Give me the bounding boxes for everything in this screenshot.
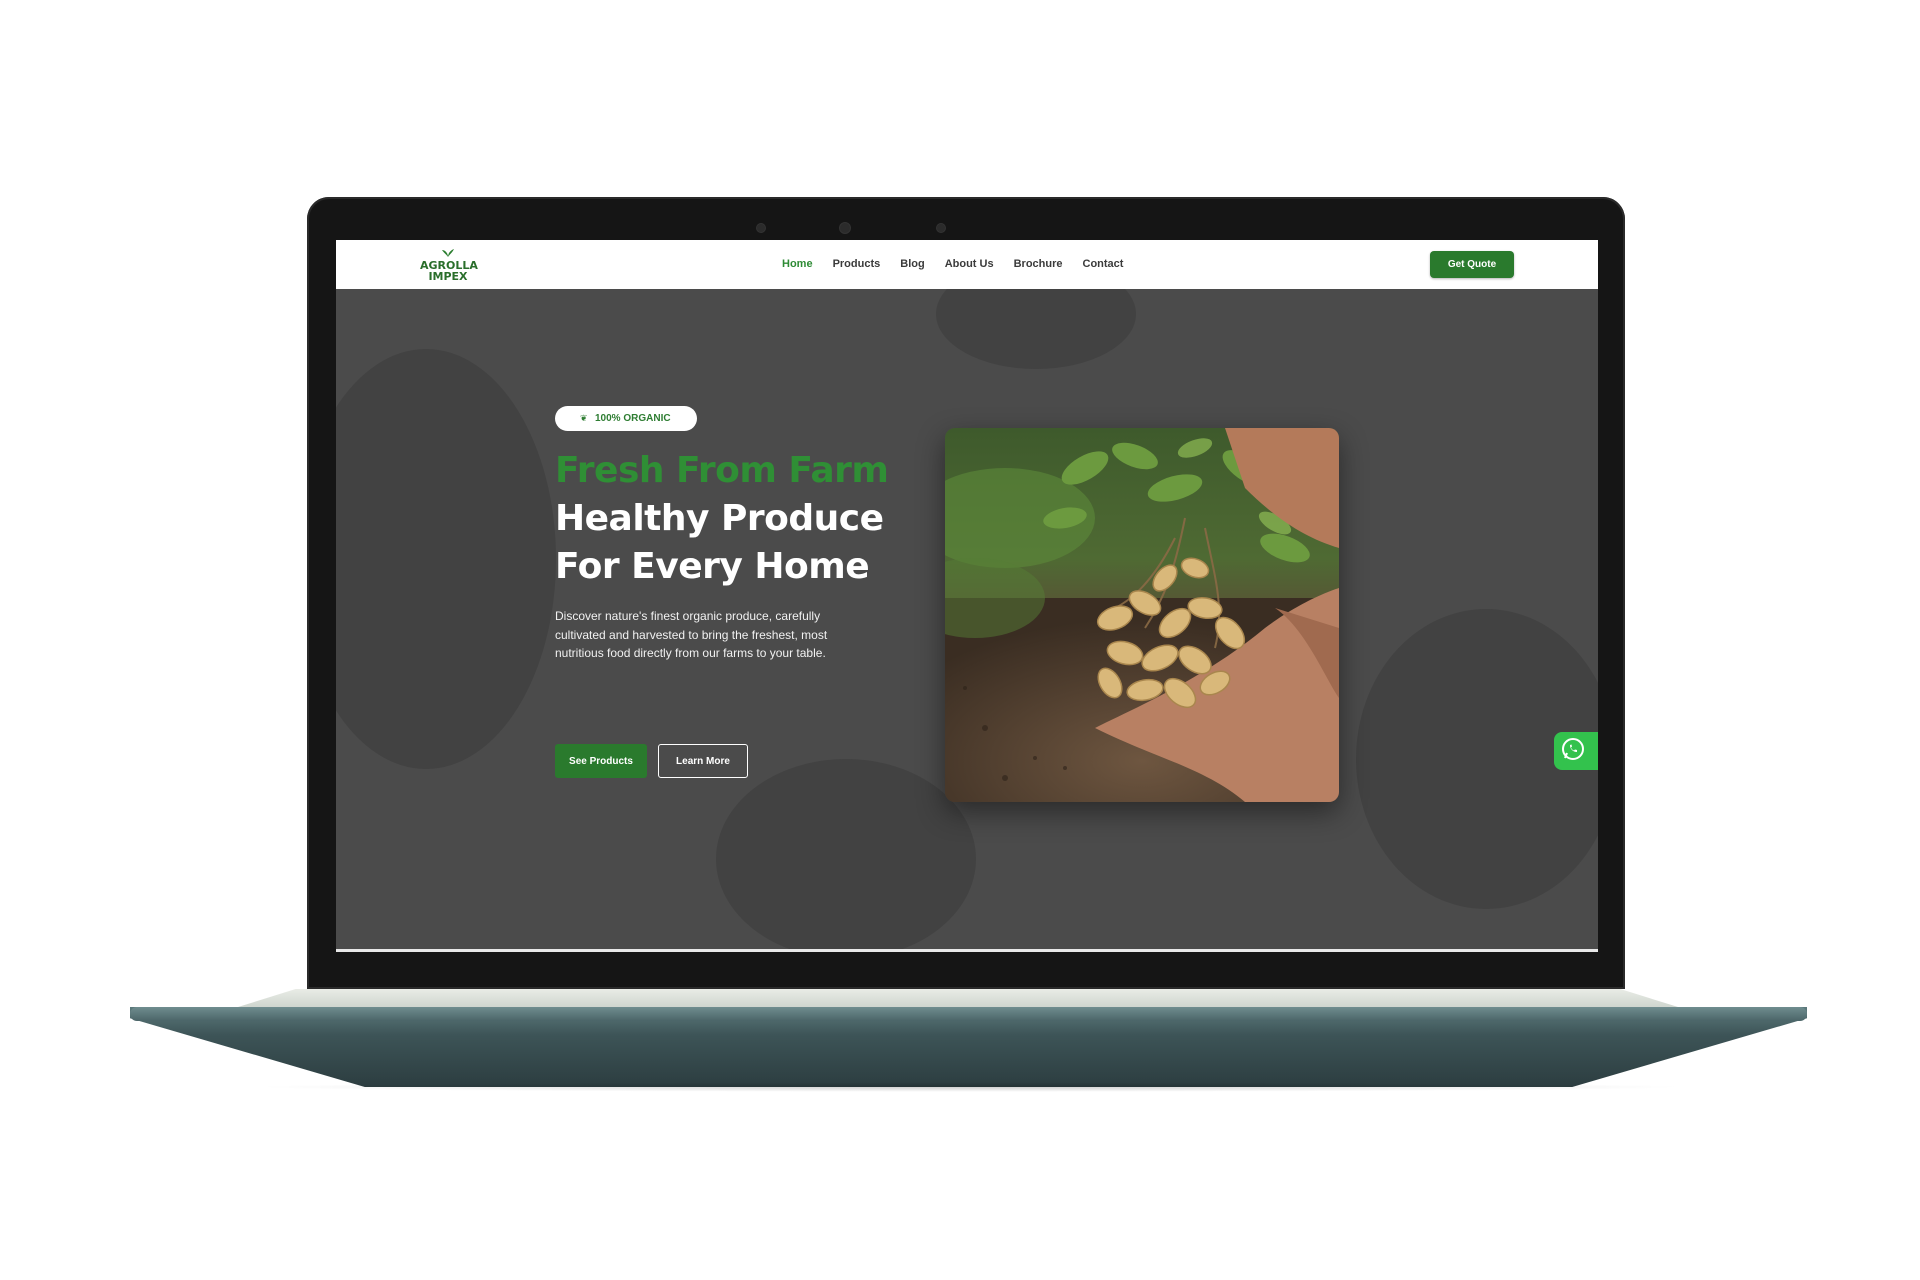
see-products-button[interactable]: See Products [555, 744, 647, 778]
nav-products[interactable]: Products [833, 258, 881, 270]
whatsapp-button[interactable] [1554, 732, 1598, 770]
brand-logo[interactable]: AGROLLA IMPEX [420, 248, 478, 283]
laptop-keyboard-deck [238, 989, 1678, 1007]
nav-home[interactable]: Home [782, 258, 813, 270]
laptop-base-edge [130, 1007, 1807, 1021]
hero-image [945, 428, 1339, 802]
leaf-icon: ❦ [580, 413, 588, 423]
nav-brochure[interactable]: Brochure [1014, 258, 1063, 270]
laptop-mockup: AGROLLA IMPEX Home Products Blog About U… [0, 0, 1920, 1280]
logo-text-line2: IMPEX [428, 270, 468, 283]
organic-badge: ❦ 100% ORGANIC [555, 406, 697, 431]
hero-description: Discover nature's finest organic produce… [555, 609, 828, 660]
headline-line2: Healthy Produce [555, 498, 884, 539]
headline-line3: For Every Home [555, 546, 870, 587]
whatsapp-icon [1561, 737, 1585, 766]
laptop-shadow [250, 1082, 1690, 1092]
sensor-dot [757, 224, 765, 232]
nav-about-us[interactable]: About Us [945, 258, 994, 270]
nav-blog[interactable]: Blog [900, 258, 924, 270]
sensor-dot [937, 224, 945, 232]
nav-contact[interactable]: Contact [1083, 258, 1124, 270]
background-texture [716, 759, 976, 952]
badge-label: 100% ORGANIC [595, 413, 671, 424]
hero-bottom-border [336, 949, 1598, 952]
headline-line1: Fresh From Farm [555, 450, 889, 491]
navbar: AGROLLA IMPEX Home Products Blog About U… [336, 240, 1598, 289]
website-screen: AGROLLA IMPEX Home Products Blog About U… [336, 240, 1598, 952]
main-nav: Home Products Blog About Us Brochure Con… [782, 258, 1143, 270]
learn-more-button[interactable]: Learn More [658, 744, 748, 778]
background-texture [336, 349, 556, 769]
hero-headline: Fresh From Farm Healthy Produce For Ever… [555, 447, 975, 591]
peanut-harvest-image [945, 428, 1339, 802]
background-texture [936, 289, 1136, 369]
get-quote-button[interactable]: Get Quote [1430, 251, 1514, 278]
camera-icon [840, 223, 850, 233]
